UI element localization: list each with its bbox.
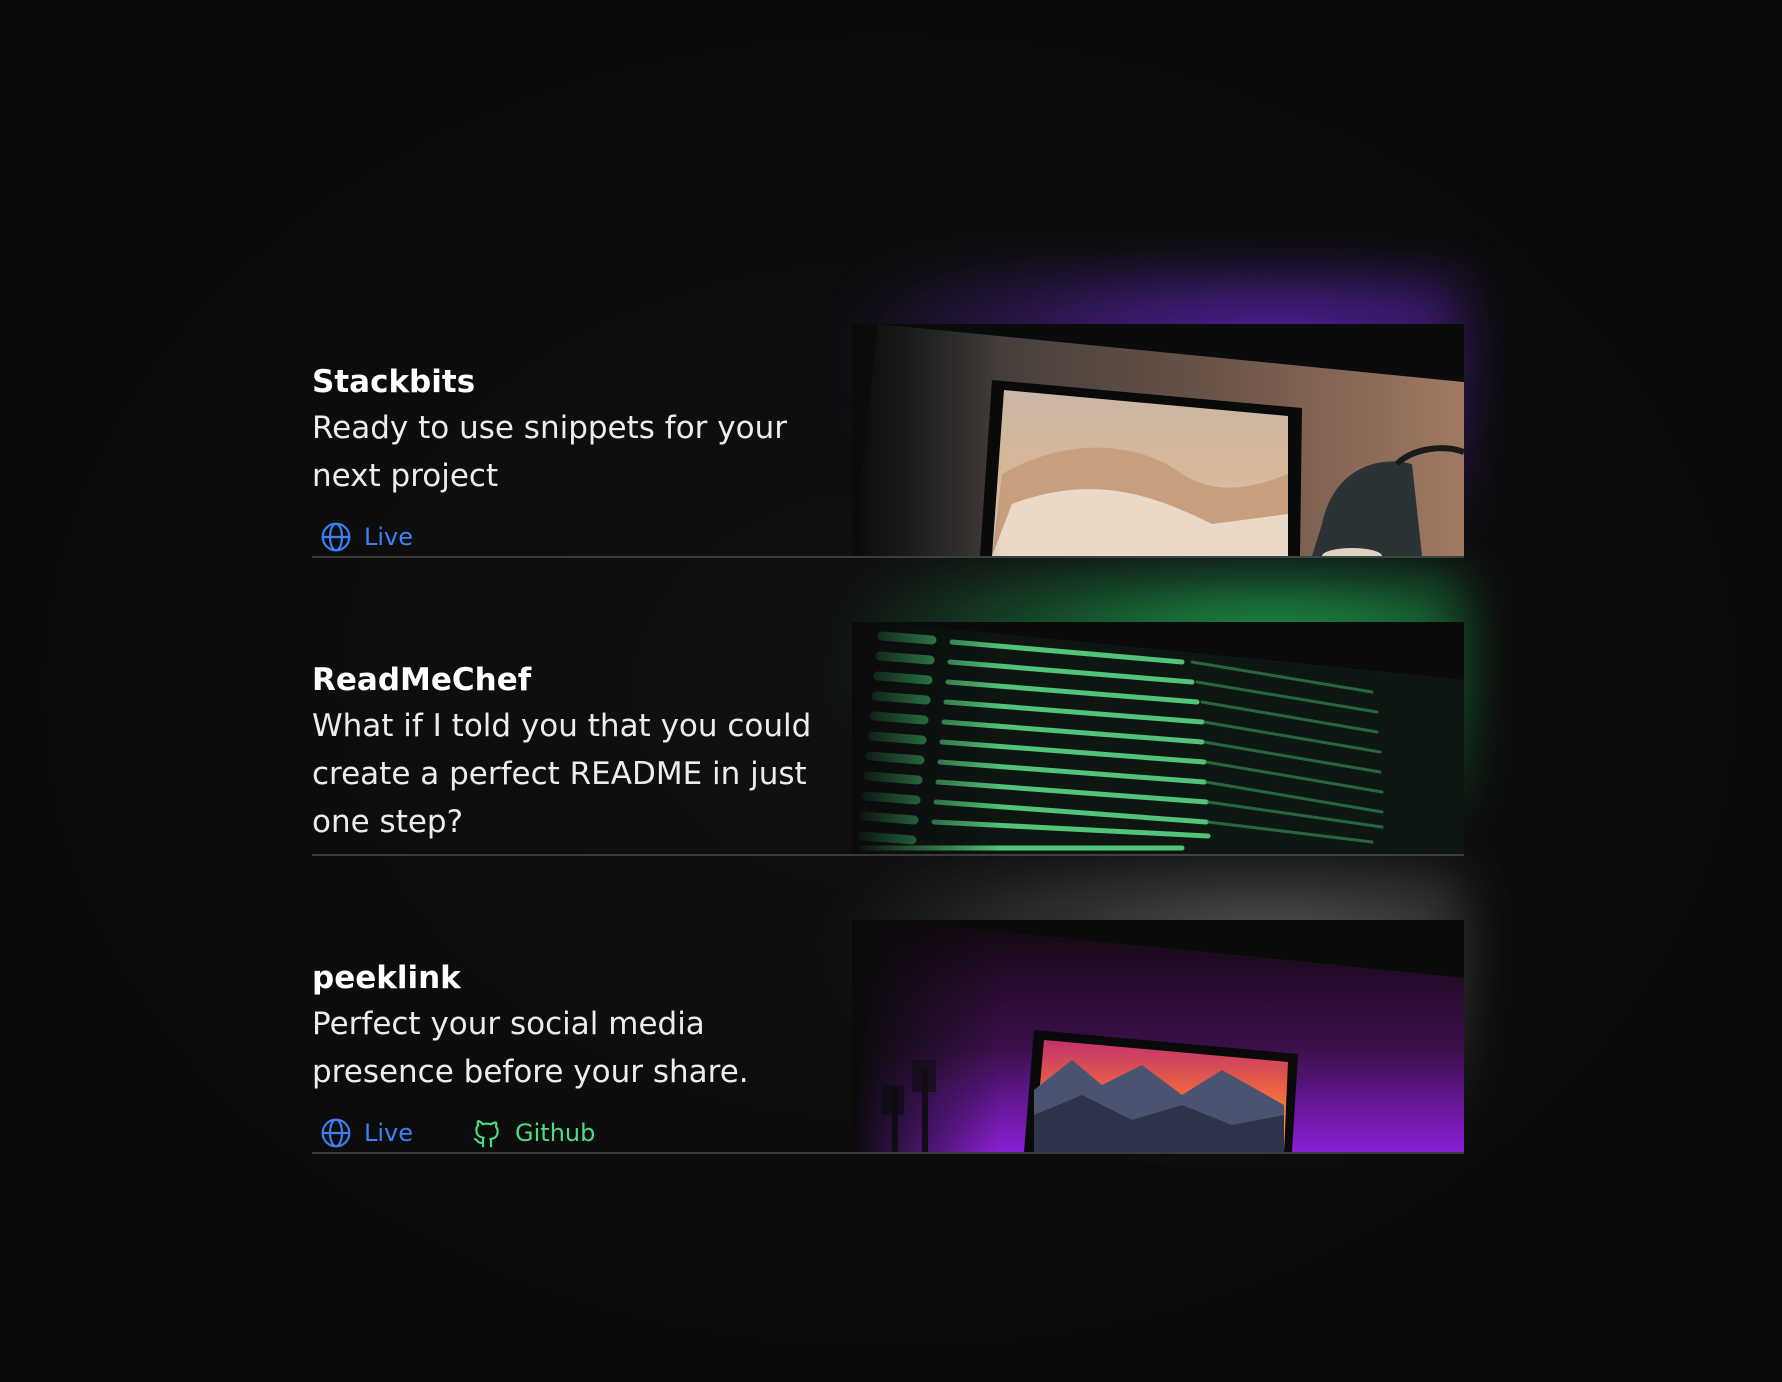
live-link[interactable]: Live	[320, 520, 413, 554]
project-links: Live Github	[320, 1116, 595, 1150]
project-image-readmechef[interactable]	[852, 622, 1464, 854]
project-title: peeklink	[312, 960, 461, 996]
image-fade	[852, 622, 1002, 854]
project-title: Stackbits	[312, 364, 476, 400]
project-title: ReadMeChef	[312, 662, 532, 698]
project-card-stackbits: Stackbits Ready to use snippets for your…	[312, 276, 1464, 558]
project-card-peeklink: peeklink Perfect your social media prese…	[312, 872, 1464, 1154]
project-links: Live	[320, 520, 413, 554]
project-description: What if I told you that you could create…	[312, 708, 812, 840]
image-fade	[852, 324, 1002, 556]
project-card-readmechef: ReadMeChef What if I told you that you c…	[312, 574, 1464, 856]
project-info: peeklink Perfect your social media prese…	[312, 958, 852, 1096]
project-image-stackbits[interactable]	[852, 324, 1464, 556]
globe-icon	[320, 1117, 352, 1149]
image-fade	[852, 920, 1002, 1152]
github-link-label: Github	[515, 1119, 596, 1147]
live-link-label: Live	[364, 1119, 414, 1147]
project-description: Perfect your social media presence befor…	[312, 1006, 749, 1090]
github-icon	[471, 1117, 503, 1149]
page: Stackbits Ready to use snippets for your…	[0, 0, 1782, 1382]
project-image-peeklink[interactable]	[852, 920, 1464, 1152]
project-description: Ready to use snippets for your next proj…	[312, 410, 787, 494]
live-link-label: Live	[364, 523, 414, 551]
project-info: Stackbits Ready to use snippets for your…	[312, 362, 852, 500]
projects-list: Stackbits Ready to use snippets for your…	[312, 276, 1464, 1220]
project-info: ReadMeChef What if I told you that you c…	[312, 660, 852, 846]
globe-icon	[320, 521, 352, 553]
live-link[interactable]: Live	[320, 1116, 413, 1150]
github-link[interactable]: Github	[471, 1116, 595, 1150]
